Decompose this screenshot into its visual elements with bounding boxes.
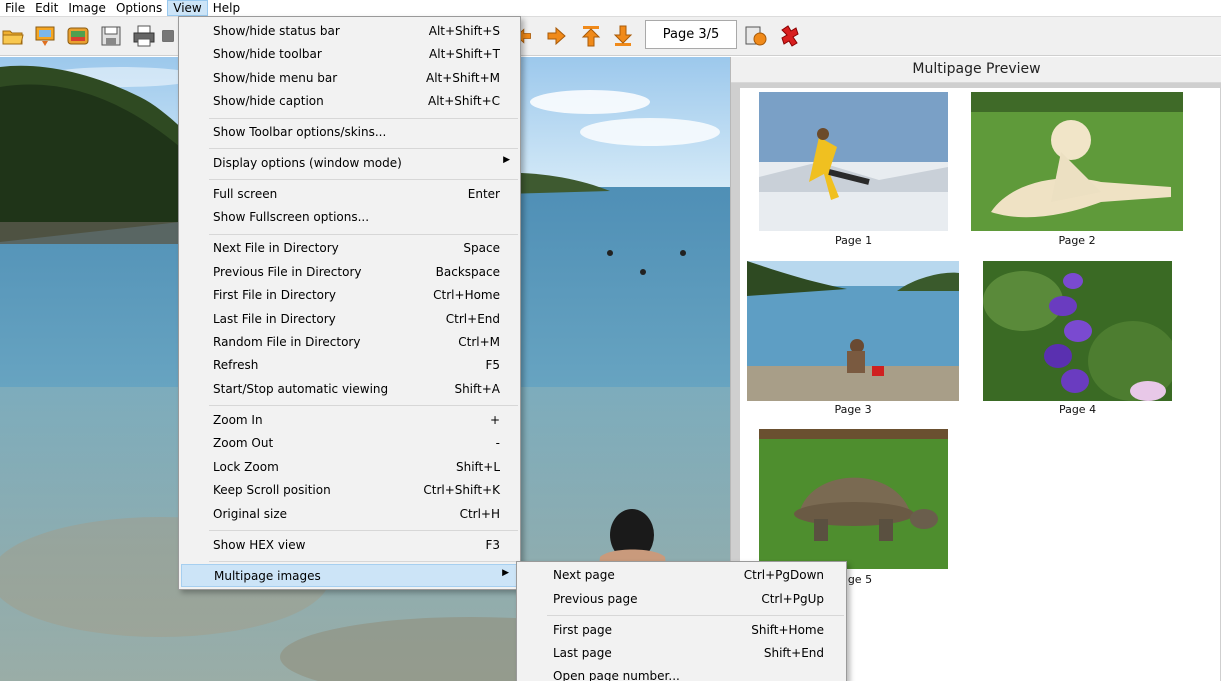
menu-item-full-screen[interactable]: Full screen Enter [181, 183, 518, 206]
submenu-arrow-icon: ▶ [503, 155, 510, 165]
preview-title: Multipage Preview [731, 57, 1221, 83]
menu-bar: File Edit Image Options View Help [0, 0, 1221, 16]
menu-item-keep-scroll-position[interactable]: Keep Scroll position Ctrl+Shift+K [181, 479, 518, 502]
menu-separator [209, 405, 518, 406]
menu-separator [209, 234, 518, 235]
thumbnail-page-4[interactable] [983, 261, 1172, 401]
menu-help[interactable]: Help [208, 0, 245, 16]
menu-separator [209, 179, 518, 180]
menu-item-next-page[interactable]: Next page Ctrl+PgDown [519, 564, 844, 587]
menu-item-first-file[interactable]: First File in Directory Ctrl+Home [181, 284, 518, 307]
menu-item-automatic-viewing[interactable]: Start/Stop automatic viewing Shift+A [181, 378, 518, 401]
menu-item-original-size[interactable]: Original size Ctrl+H [181, 503, 518, 526]
scanner-icon[interactable] [160, 23, 176, 49]
thumbnail-label-page-1: Page 1 [834, 234, 873, 247]
menu-item-multipage-images[interactable]: Multipage images ▶ [181, 564, 518, 587]
exit-icon[interactable] [777, 23, 803, 49]
menu-item-open-page-number[interactable]: Open page number... [519, 665, 844, 681]
menu-item-zoom-out[interactable]: Zoom Out - [181, 432, 518, 455]
thumbnail-page-1[interactable] [759, 92, 948, 231]
menu-item-previous-file[interactable]: Previous File in Directory Backspace [181, 261, 518, 284]
menu-separator [209, 148, 518, 149]
menu-options[interactable]: Options [111, 0, 167, 16]
menu-item-lock-zoom[interactable]: Lock Zoom Shift+L [181, 456, 518, 479]
menu-item-first-page[interactable]: First page Shift+Home [519, 619, 844, 642]
multipage-images-submenu: Next page Ctrl+PgDown Previous page Ctrl+P… [516, 561, 847, 681]
next-page-icon[interactable] [544, 23, 570, 49]
menu-separator [547, 615, 844, 616]
open-folder-icon[interactable] [0, 23, 26, 49]
menu-item-show-hide-status-bar[interactable]: Show/hide status bar Alt+Shift+S [181, 20, 518, 43]
page-indicator-field[interactable]: Page 3/5 [645, 20, 737, 49]
thumbnail-page-3[interactable] [747, 261, 959, 401]
menu-item-next-file[interactable]: Next File in Directory Space [181, 237, 518, 260]
menu-item-refresh[interactable]: Refresh F5 [181, 354, 518, 377]
menu-item-display-options[interactable]: Display options (window mode) ▶ [181, 152, 518, 175]
menu-item-last-page[interactable]: Last page Shift+End [519, 642, 844, 665]
menu-image[interactable]: Image [63, 0, 111, 16]
menu-edit[interactable]: Edit [30, 0, 63, 16]
thumbnail-label-page-4: Page 4 [1058, 403, 1097, 416]
menu-item-show-hide-toolbar[interactable]: Show/hide toolbar Alt+Shift+T [181, 43, 518, 66]
view-menu-dropdown: Show/hide status bar Alt+Shift+S Show/hid… [178, 16, 521, 590]
thumbnail-page-5[interactable] [759, 429, 948, 569]
menu-file[interactable]: File [0, 0, 30, 16]
thumbnail-label-page-2: Page 2 [1058, 234, 1096, 247]
menu-item-show-hex-view[interactable]: Show HEX view F3 [181, 534, 518, 557]
menu-item-show-hide-menu-bar[interactable]: Show/hide menu bar Alt+Shift+M [181, 67, 518, 90]
menu-separator [209, 530, 518, 531]
thumbnail-label-page-3: Page 3 [834, 403, 872, 416]
menu-separator [209, 118, 518, 119]
menu-item-random-file[interactable]: Random File in Directory Ctrl+M [181, 331, 518, 354]
submenu-arrow-icon: ▶ [502, 568, 509, 578]
slideshow-icon[interactable] [65, 23, 91, 49]
menu-item-last-file[interactable]: Last File in Directory Ctrl+End [181, 308, 518, 331]
print-icon[interactable] [131, 23, 157, 49]
menu-item-show-hide-caption[interactable]: Show/hide caption Alt+Shift+C [181, 90, 518, 113]
thumbnail-page-2[interactable] [971, 92, 1183, 231]
menu-separator [209, 561, 518, 562]
menu-item-toolbar-options[interactable]: Show Toolbar options/skins... [181, 121, 518, 144]
last-page-icon[interactable] [610, 23, 636, 49]
info-icon[interactable] [743, 23, 769, 49]
menu-item-zoom-in[interactable]: Zoom In + [181, 409, 518, 432]
thumbnails-icon[interactable] [32, 23, 58, 49]
save-icon[interactable] [98, 23, 124, 49]
menu-item-fullscreen-options[interactable]: Show Fullscreen options... [181, 206, 518, 229]
menu-view[interactable]: View [167, 0, 208, 16]
first-page-icon[interactable] [578, 23, 604, 49]
menu-item-previous-page[interactable]: Previous page Ctrl+PgUp [519, 588, 844, 611]
